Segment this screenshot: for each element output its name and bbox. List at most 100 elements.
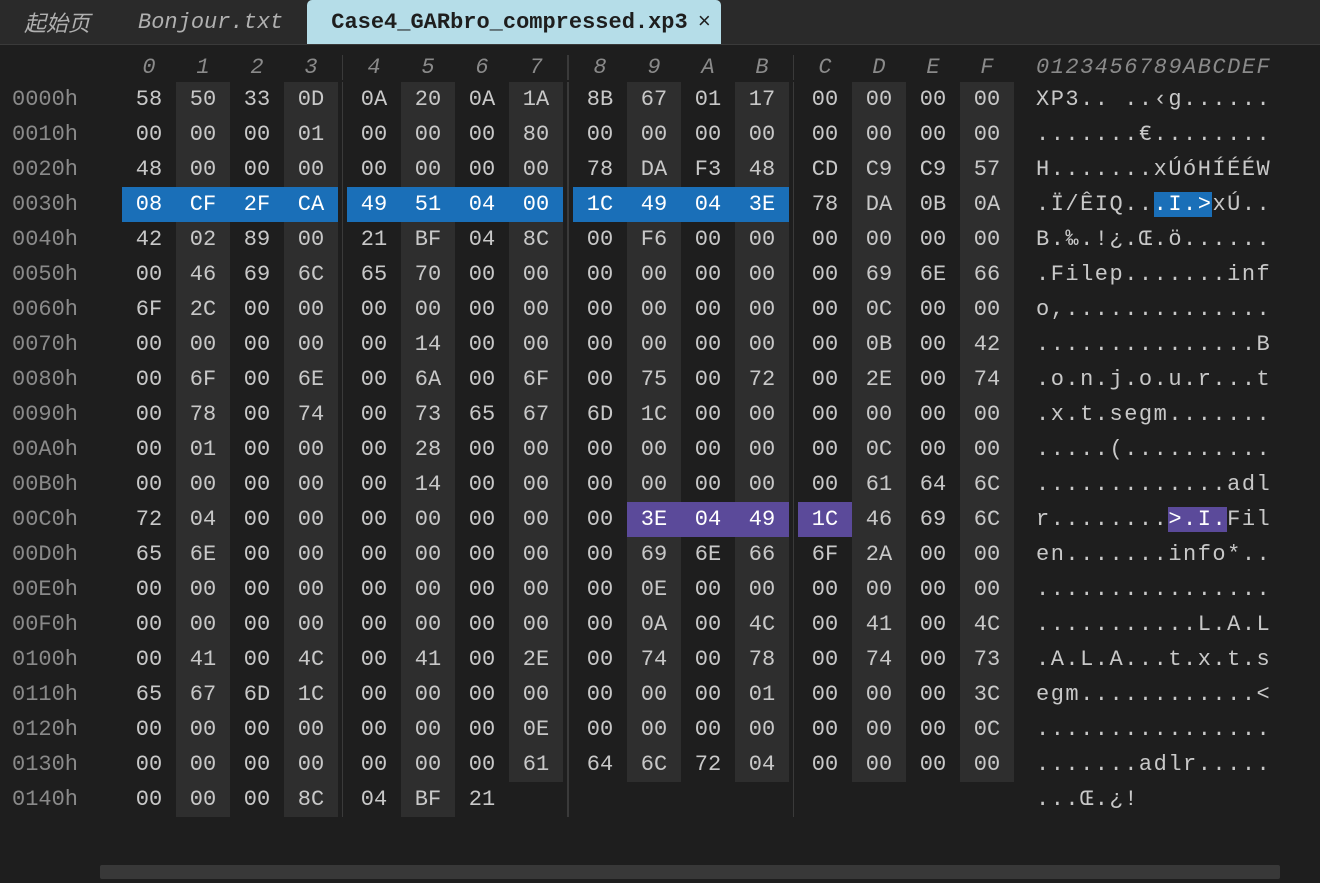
tab-start-page[interactable]: 起始页 xyxy=(0,0,114,44)
hex-byte[interactable]: 00 xyxy=(347,712,401,747)
hex-byte[interactable] xyxy=(852,782,906,817)
hex-byte[interactable]: 00 xyxy=(230,152,284,187)
ascii-cell[interactable]: .....(.......... xyxy=(1018,432,1271,467)
hex-byte[interactable]: 00 xyxy=(681,467,735,502)
hex-byte[interactable]: 04 xyxy=(681,187,735,222)
hex-byte[interactable] xyxy=(509,782,563,817)
hex-byte[interactable]: 0A xyxy=(347,82,401,117)
hex-byte[interactable]: 28 xyxy=(401,432,455,467)
hex-byte[interactable]: 00 xyxy=(573,572,627,607)
hex-byte[interactable]: 00 xyxy=(798,747,852,782)
hex-byte[interactable]: 70 xyxy=(401,257,455,292)
hex-byte[interactable]: 04 xyxy=(176,502,230,537)
hex-byte[interactable]: 00 xyxy=(852,397,906,432)
hex-byte[interactable]: 00 xyxy=(230,572,284,607)
hex-byte[interactable]: 00 xyxy=(401,712,455,747)
hex-byte[interactable]: 00 xyxy=(455,152,509,187)
hex-byte[interactable]: 00 xyxy=(681,327,735,362)
hex-byte[interactable]: 00 xyxy=(573,222,627,257)
hex-byte[interactable]: 00 xyxy=(455,747,509,782)
hex-byte[interactable]: 00 xyxy=(573,677,627,712)
hex-byte[interactable]: 00 xyxy=(122,467,176,502)
hex-byte[interactable]: 01 xyxy=(681,82,735,117)
hex-byte[interactable]: 6F xyxy=(122,292,176,327)
hex-byte[interactable]: 00 xyxy=(176,712,230,747)
hex-row[interactable]: 0100h0041004C0041002E0074007800740073.A.… xyxy=(8,642,1320,677)
hex-byte[interactable]: 00 xyxy=(122,397,176,432)
hex-byte[interactable]: CF xyxy=(176,187,230,222)
hex-byte[interactable]: 00 xyxy=(798,572,852,607)
hex-byte[interactable]: 00 xyxy=(573,432,627,467)
hex-byte[interactable]: 01 xyxy=(735,677,789,712)
hex-byte[interactable]: 00 xyxy=(509,292,563,327)
ascii-cell[interactable]: .x.t.segm....... xyxy=(1018,397,1271,432)
ascii-cell[interactable]: en.......info*.. xyxy=(1018,537,1271,572)
hex-byte[interactable] xyxy=(906,782,960,817)
ascii-cell[interactable]: ...............B xyxy=(1018,327,1271,362)
hex-byte[interactable]: 00 xyxy=(509,187,563,222)
hex-byte[interactable]: 00 xyxy=(573,607,627,642)
hex-byte[interactable]: 74 xyxy=(852,642,906,677)
hex-byte[interactable]: 00 xyxy=(401,152,455,187)
hex-byte[interactable]: 00 xyxy=(798,642,852,677)
hex-byte[interactable]: 0A xyxy=(627,607,681,642)
hex-byte[interactable]: 1C xyxy=(627,397,681,432)
hex-byte[interactable]: 65 xyxy=(122,677,176,712)
hex-byte[interactable]: 00 xyxy=(960,397,1014,432)
hex-byte[interactable]: 2F xyxy=(230,187,284,222)
hex-byte[interactable]: 04 xyxy=(455,187,509,222)
hex-byte[interactable]: 00 xyxy=(852,747,906,782)
hex-byte[interactable]: 6F xyxy=(176,362,230,397)
hex-byte[interactable]: 78 xyxy=(176,397,230,432)
hex-byte[interactable]: 4C xyxy=(735,607,789,642)
hex-byte[interactable]: 00 xyxy=(455,572,509,607)
hex-row[interactable]: 00B0h0000000000140000000000000061646C...… xyxy=(8,467,1320,502)
hex-byte[interactable]: 00 xyxy=(401,502,455,537)
hex-byte[interactable]: 00 xyxy=(852,222,906,257)
hex-byte[interactable]: 00 xyxy=(681,117,735,152)
hex-byte[interactable]: 00 xyxy=(284,747,338,782)
hex-byte[interactable]: 00 xyxy=(176,607,230,642)
hex-byte[interactable]: 46 xyxy=(176,257,230,292)
hex-byte[interactable]: 00 xyxy=(906,222,960,257)
hex-byte[interactable]: 00 xyxy=(230,397,284,432)
hex-byte[interactable]: 00 xyxy=(176,467,230,502)
hex-byte[interactable]: 2E xyxy=(509,642,563,677)
hex-byte[interactable]: 00 xyxy=(347,607,401,642)
hex-row[interactable]: 0080h006F006E006A006F00750072002E0074.o.… xyxy=(8,362,1320,397)
hex-byte[interactable]: 00 xyxy=(284,712,338,747)
hex-byte[interactable]: 67 xyxy=(627,82,681,117)
hex-byte[interactable]: 49 xyxy=(347,187,401,222)
hex-byte[interactable]: 4C xyxy=(960,607,1014,642)
hex-byte[interactable]: 2C xyxy=(176,292,230,327)
hex-byte[interactable]: 00 xyxy=(735,397,789,432)
hex-byte[interactable]: 00 xyxy=(347,537,401,572)
hex-byte[interactable]: 00 xyxy=(735,257,789,292)
hex-byte[interactable]: 6D xyxy=(573,397,627,432)
hex-byte[interactable]: 00 xyxy=(122,712,176,747)
hex-byte[interactable]: 74 xyxy=(284,397,338,432)
hex-byte[interactable]: 00 xyxy=(455,327,509,362)
hex-byte[interactable]: 00 xyxy=(798,222,852,257)
hex-byte[interactable]: 00 xyxy=(852,712,906,747)
hex-row[interactable]: 0070h000000000014000000000000000B0042...… xyxy=(8,327,1320,362)
hex-byte[interactable]: C9 xyxy=(906,152,960,187)
hex-byte[interactable]: 00 xyxy=(906,362,960,397)
hex-byte[interactable]: CA xyxy=(284,187,338,222)
hex-row[interactable]: 0040h4202890021BF048C00F6000000000000B.‰… xyxy=(8,222,1320,257)
hex-byte[interactable]: 00 xyxy=(573,467,627,502)
hex-byte[interactable]: 00 xyxy=(798,82,852,117)
hex-byte[interactable]: 00 xyxy=(347,747,401,782)
hex-byte[interactable]: 1C xyxy=(573,187,627,222)
hex-byte[interactable]: 04 xyxy=(681,502,735,537)
hex-byte[interactable]: 00 xyxy=(401,677,455,712)
hex-byte[interactable]: 00 xyxy=(627,257,681,292)
hex-row[interactable]: 00F0h0000000000000000000A004C0041004C...… xyxy=(8,607,1320,642)
ascii-cell[interactable]: .............adl xyxy=(1018,467,1271,502)
hex-byte[interactable]: 51 xyxy=(401,187,455,222)
hex-byte[interactable]: 00 xyxy=(906,397,960,432)
ascii-cell[interactable]: r........>.I.Fil xyxy=(1018,502,1271,537)
hex-row[interactable]: 0050h0046696C657000000000000000696E66.Fi… xyxy=(8,257,1320,292)
hex-byte[interactable]: 41 xyxy=(176,642,230,677)
hex-byte[interactable]: 00 xyxy=(960,222,1014,257)
